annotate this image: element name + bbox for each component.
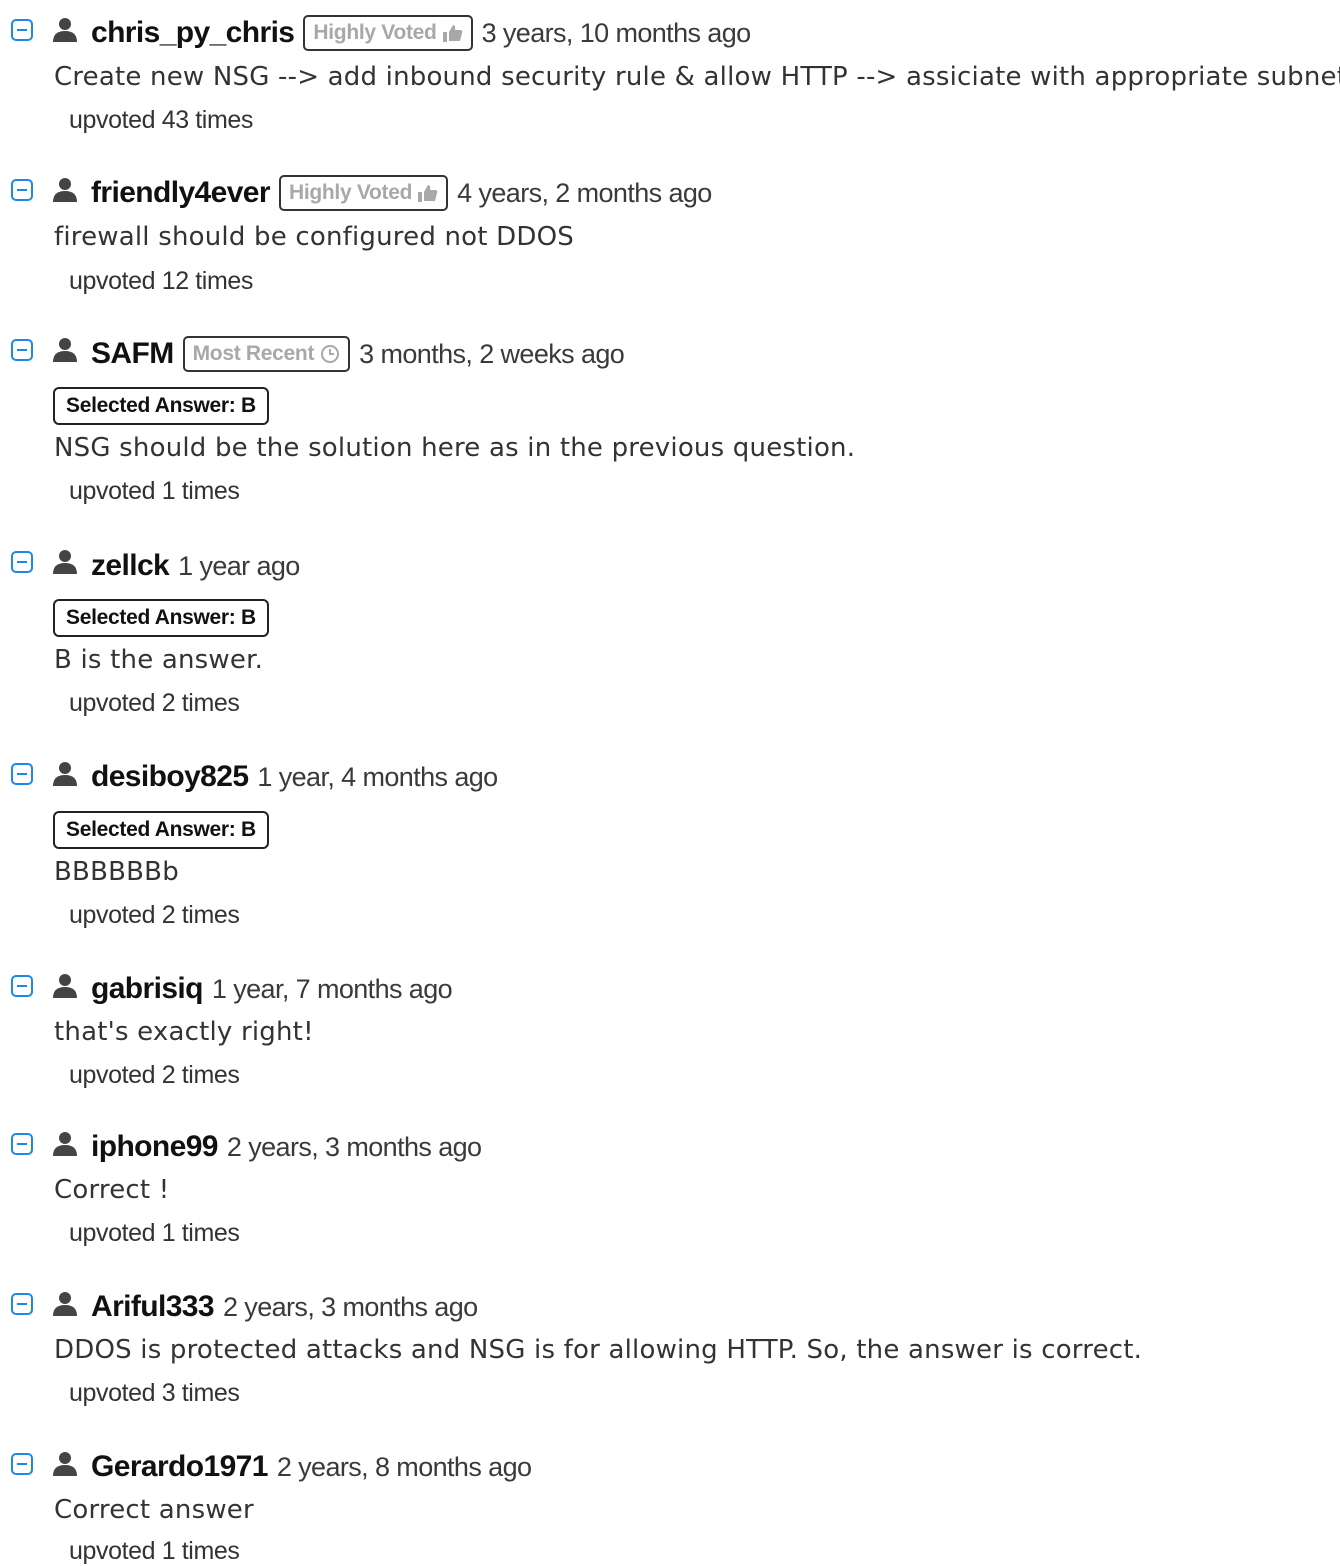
collapse-toggle-icon[interactable] [11, 1133, 33, 1155]
comment-text: Correct ! [54, 1175, 170, 1205]
upvote-count: upvoted 3 times [69, 1379, 240, 1407]
comment-text: B is the answer. [54, 645, 264, 675]
comment-date: 3 months, 2 weeks ago [359, 338, 625, 369]
collapse-toggle-icon[interactable] [11, 763, 33, 785]
clock-icon [321, 345, 340, 363]
upvote-count: upvoted 43 times [69, 106, 253, 134]
user-icon [53, 178, 77, 202]
most-recent-badge: Most Recent [182, 336, 351, 372]
comment-date: 4 years, 2 months ago [457, 177, 712, 208]
selected-answer-badge: Selected Answer: B [53, 387, 269, 425]
username[interactable]: friendly4ever [91, 176, 271, 210]
collapse-toggle-icon[interactable] [11, 975, 33, 997]
selected-answer-badge: Selected Answer: B [53, 811, 269, 849]
comment-text: BBBBBBb [54, 857, 179, 887]
comment-text: Correct answer [54, 1495, 254, 1525]
upvote-count: upvoted 2 times [69, 689, 240, 717]
comment-date: 1 year, 7 months ago [211, 973, 453, 1004]
comment-date: 1 year ago [178, 550, 300, 581]
user-icon [53, 1452, 77, 1476]
comment-date: 2 years, 8 months ago [276, 1451, 532, 1482]
comment-header: desiboy825 1 year, 4 months ago [91, 757, 498, 797]
comment-header: Gerardo1971 2 years, 8 months ago [91, 1447, 532, 1487]
collapse-toggle-icon[interactable] [11, 19, 33, 41]
upvote-count: upvoted 2 times [69, 901, 240, 929]
comment-header: gabrisiq 1 year, 7 months ago [91, 969, 453, 1009]
username[interactable]: Gerardo1971 [91, 1450, 268, 1484]
comment-header: chris_py_chris Highly Voted 3 years, 10 … [91, 13, 751, 53]
upvote-count: upvoted 2 times [69, 1061, 240, 1089]
username[interactable]: zellck [91, 549, 170, 583]
comment-header: Ariful333 2 years, 3 months ago [91, 1287, 478, 1327]
user-icon [53, 974, 77, 998]
highly-voted-badge: Highly Voted [303, 15, 473, 51]
username[interactable]: chris_py_chris [91, 16, 295, 50]
collapse-toggle-icon[interactable] [11, 179, 33, 201]
username[interactable]: desiboy825 [91, 760, 249, 794]
comment-date: 1 year, 4 months ago [257, 761, 498, 792]
user-icon [53, 1132, 77, 1156]
username[interactable]: SAFM [91, 337, 174, 371]
comment-text: DDOS is protected attacks and NSG is for… [54, 1335, 1143, 1365]
comment-date: 3 years, 10 months ago [481, 17, 752, 48]
selected-answer-badge: Selected Answer: B [53, 599, 269, 637]
comment-header: friendly4ever Highly Voted 4 years, 2 mo… [91, 173, 712, 213]
comment-text: NSG should be the solution here as in th… [54, 433, 856, 463]
thumbs-up-icon [418, 185, 438, 202]
upvote-count: upvoted 12 times [69, 267, 253, 295]
user-icon [53, 18, 77, 42]
user-icon [53, 338, 77, 362]
comment-text: firewall should be configured not DDOS [54, 222, 574, 252]
user-icon [53, 550, 77, 574]
upvote-count: upvoted 1 times [69, 1219, 240, 1247]
thumbs-up-icon [442, 25, 462, 42]
username[interactable]: iphone99 [91, 1130, 218, 1164]
user-icon [53, 1292, 77, 1316]
upvote-count: upvoted 1 times [69, 1537, 240, 1565]
collapse-toggle-icon[interactable] [11, 339, 33, 361]
username[interactable]: Ariful333 [91, 1290, 215, 1324]
comment-text: that's exactly right! [54, 1017, 314, 1047]
collapse-toggle-icon[interactable] [11, 1293, 33, 1315]
highly-voted-badge: Highly Voted [278, 175, 449, 211]
comment-header: zellck 1 year ago [91, 546, 300, 586]
comment-date: 2 years, 3 months ago [222, 1291, 478, 1322]
user-icon [53, 762, 77, 786]
comment-text: Create new NSG --> add inbound security … [54, 62, 1340, 92]
username[interactable]: gabrisiq [91, 972, 203, 1006]
collapse-toggle-icon[interactable] [11, 551, 33, 573]
collapse-toggle-icon[interactable] [11, 1453, 33, 1475]
comment-header: iphone99 2 years, 3 months ago [91, 1127, 482, 1167]
comment-date: 2 years, 3 months ago [226, 1131, 482, 1162]
upvote-count: upvoted 1 times [69, 477, 240, 505]
comment-header: SAFM Most Recent 3 months, 2 weeks ago [91, 334, 625, 374]
